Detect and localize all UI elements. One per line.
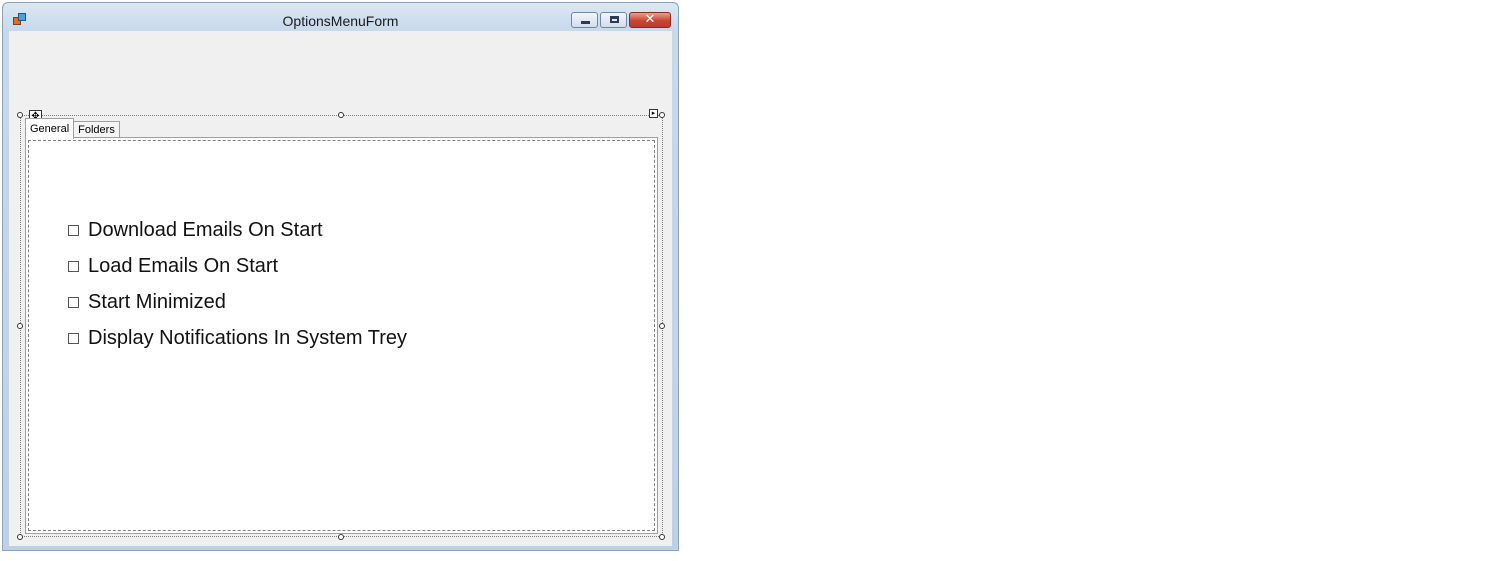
resize-handle[interactable] xyxy=(659,323,665,329)
tab-strip: General Folders xyxy=(25,117,120,139)
resize-handle[interactable] xyxy=(17,534,23,540)
form-client-area: General Folders ✥ ▸ Download Emails On S… xyxy=(9,31,672,546)
resize-handle[interactable] xyxy=(338,112,344,118)
checkbox-label: Display Notifications In System Trey xyxy=(88,326,407,349)
resize-handle[interactable] xyxy=(17,323,23,329)
checkbox-label: Load Emails On Start xyxy=(88,254,279,277)
checkbox-icon[interactable] xyxy=(68,332,79,344)
resize-handle[interactable] xyxy=(338,534,344,540)
close-button[interactable]: ✕ xyxy=(629,12,671,28)
resize-handle[interactable] xyxy=(659,112,665,118)
checkbox-load-emails[interactable]: Load Emails On Start xyxy=(68,248,407,284)
tab-general[interactable]: General xyxy=(25,118,75,139)
title-bar[interactable]: OptionsMenuForm ✕ xyxy=(3,3,678,31)
checkbox-start-minimized[interactable]: Start Minimized xyxy=(68,284,407,320)
maximize-button[interactable] xyxy=(600,12,627,28)
close-icon: ✕ xyxy=(644,12,656,27)
resize-handle[interactable] xyxy=(659,534,665,540)
smart-tag-icon[interactable]: ▸ xyxy=(649,109,658,118)
resize-handle[interactable] xyxy=(17,112,23,118)
minimize-icon xyxy=(581,21,590,24)
checkbox-icon[interactable] xyxy=(68,224,79,236)
checkbox-list: Download Emails On Start Load Emails On … xyxy=(68,212,407,356)
form-window: OptionsMenuForm ✕ General Folders ✥ ▸ Do… xyxy=(2,2,679,551)
checkbox-download-emails[interactable]: Download Emails On Start xyxy=(68,212,407,248)
checkbox-icon[interactable] xyxy=(68,260,79,272)
checkbox-icon[interactable] xyxy=(68,296,79,308)
maximize-icon xyxy=(610,16,619,23)
tab-page-border: Download Emails On Start Load Emails On … xyxy=(28,140,655,531)
tab-page-general: Download Emails On Start Load Emails On … xyxy=(25,137,658,534)
caption-buttons: ✕ xyxy=(569,12,671,30)
checkbox-label: Download Emails On Start xyxy=(88,218,323,241)
checkbox-label: Start Minimized xyxy=(88,290,226,313)
minimize-button[interactable] xyxy=(571,12,598,28)
checkbox-display-notifications[interactable]: Display Notifications In System Trey xyxy=(68,320,407,356)
